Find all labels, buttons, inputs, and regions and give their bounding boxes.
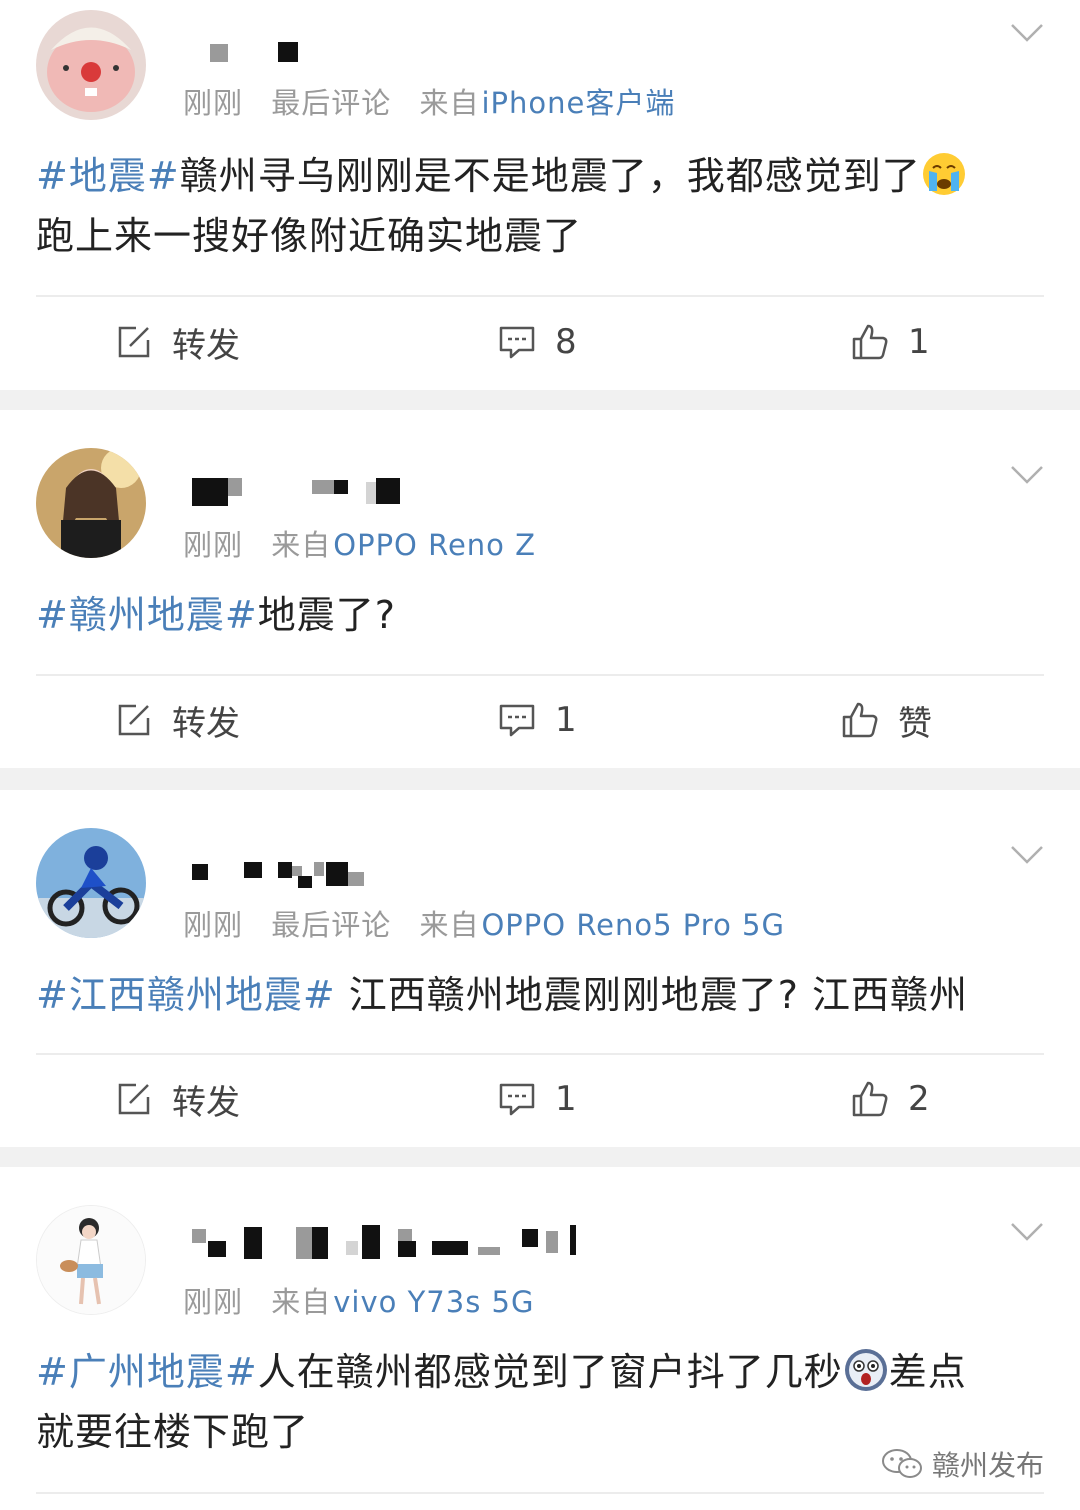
post-meta: 刚刚 来自OPPO Reno Z bbox=[183, 522, 536, 564]
comment-count: 1 bbox=[555, 700, 577, 740]
post-source[interactable]: OPPO Reno Z bbox=[333, 528, 536, 562]
post-meta: 刚刚 最后评论 来自OPPO Reno5 Pro 5G bbox=[183, 902, 785, 944]
repost-button[interactable]: 转发 bbox=[114, 312, 240, 372]
comment-icon bbox=[499, 326, 535, 359]
thumbs-up-icon bbox=[852, 324, 888, 360]
from-label: 来自 bbox=[419, 86, 480, 120]
post-body: 人在赣州都感觉到了窗户抖了几秒 bbox=[257, 1350, 843, 1394]
post-body: 赣州寻乌刚刚是不是地震了，我都感觉到了 bbox=[179, 154, 921, 198]
post-card: 刚刚 最后评论 来自iPhone客户端 #地震#赣州寻乌刚刚是不是地震了，我都感… bbox=[0, 0, 1080, 390]
like-count: 2 bbox=[908, 1079, 930, 1119]
from-label: 来自 bbox=[271, 528, 332, 562]
post-time: 刚刚 bbox=[183, 908, 244, 942]
repost-icon bbox=[118, 1083, 150, 1115]
post-meta: 刚刚 最后评论 来自iPhone客户端 bbox=[183, 80, 675, 122]
repost-icon bbox=[118, 326, 150, 358]
repost-button[interactable]: 转发 bbox=[114, 690, 240, 750]
post-card: 刚刚 最后评论 来自OPPO Reno5 Pro 5G #江西赣州地震# 江西赣… bbox=[0, 790, 1080, 1147]
from-label: 来自 bbox=[419, 908, 480, 942]
hashtag-link[interactable]: #地震# bbox=[36, 154, 180, 198]
post-text: #赣州地震#地震了? bbox=[36, 585, 1046, 645]
comment-button[interactable]: 1 bbox=[497, 1069, 577, 1129]
divider bbox=[36, 295, 1044, 297]
watermark-text: 赣州发布 bbox=[931, 1449, 1044, 1482]
post-text: #地震#赣州寻乌刚刚是不是地震了，我都感觉到了 跑上来一搜好像附近确实地震了 bbox=[36, 146, 1046, 266]
card-separator bbox=[0, 768, 1080, 790]
wechat-icon bbox=[881, 1449, 922, 1478]
repost-label: 转发 bbox=[172, 325, 240, 366]
chevron-down-icon[interactable] bbox=[1010, 1221, 1044, 1243]
username-redacted[interactable] bbox=[186, 1223, 606, 1263]
comment-button[interactable]: 8 bbox=[497, 312, 577, 372]
divider bbox=[36, 1492, 1044, 1494]
username-redacted[interactable] bbox=[186, 850, 606, 890]
username-redacted[interactable] bbox=[186, 30, 606, 70]
username-redacted[interactable] bbox=[186, 470, 606, 510]
comment-count: 1 bbox=[555, 1079, 577, 1119]
divider bbox=[36, 1053, 1044, 1055]
last-comment-label: 最后评论 bbox=[271, 908, 392, 942]
comment-count: 8 bbox=[555, 322, 577, 362]
post-source[interactable]: iPhone客户端 bbox=[481, 86, 675, 120]
repost-label: 转发 bbox=[172, 703, 240, 744]
post-card: 刚刚 来自OPPO Reno Z #赣州地震#地震了? 转发 1 赞 bbox=[0, 410, 1080, 768]
like-button[interactable]: 1 bbox=[850, 312, 930, 372]
post-body: 地震了? bbox=[257, 593, 396, 637]
like-count: 1 bbox=[908, 322, 930, 362]
post-body-line2: 跑上来一搜好像附近确实地震了 bbox=[36, 214, 583, 258]
post-time: 刚刚 bbox=[183, 528, 244, 562]
thumbs-up-icon bbox=[852, 1081, 888, 1117]
post-meta: 刚刚 来自vivo Y73s 5G bbox=[183, 1279, 534, 1321]
crying-face-icon bbox=[922, 153, 965, 195]
hashtag-link[interactable]: #赣州地震# bbox=[36, 593, 258, 637]
repost-button[interactable]: 转发 bbox=[114, 1069, 240, 1129]
post-body-tail: 差点 bbox=[888, 1350, 967, 1394]
chevron-down-icon[interactable] bbox=[1010, 22, 1044, 44]
user-avatar[interactable] bbox=[36, 10, 146, 120]
like-button[interactable]: 2 bbox=[850, 1069, 930, 1129]
post-source[interactable]: vivo Y73s 5G bbox=[333, 1285, 534, 1319]
post-time: 刚刚 bbox=[183, 1285, 244, 1319]
shocked-face-icon bbox=[844, 1349, 887, 1391]
post-source[interactable]: OPPO Reno5 Pro 5G bbox=[481, 908, 784, 942]
chevron-down-icon[interactable] bbox=[1010, 844, 1044, 866]
hashtag-link[interactable]: #江西赣州地震# bbox=[36, 973, 336, 1017]
user-avatar[interactable] bbox=[36, 448, 146, 558]
last-comment-label: 最后评论 bbox=[271, 86, 392, 120]
like-label: 赞 bbox=[898, 703, 932, 744]
post-body: 江西赣州地震刚刚地震了? 江西赣州 bbox=[335, 973, 969, 1017]
action-bar: 转发 8 1 bbox=[0, 312, 1080, 372]
divider bbox=[36, 674, 1044, 676]
repost-label: 转发 bbox=[172, 1082, 240, 1123]
user-avatar[interactable] bbox=[36, 828, 146, 938]
repost-icon bbox=[118, 704, 150, 736]
hashtag-link[interactable]: #广州地震# bbox=[36, 1350, 258, 1394]
user-avatar[interactable] bbox=[36, 1205, 146, 1315]
chevron-down-icon[interactable] bbox=[1010, 464, 1044, 486]
card-separator bbox=[0, 1147, 1080, 1167]
action-bar: 转发 1 赞 bbox=[0, 690, 1080, 750]
comment-button[interactable]: 1 bbox=[497, 690, 577, 750]
wechat-watermark: 赣州发布 bbox=[880, 1444, 1044, 1484]
from-label: 来自 bbox=[271, 1285, 332, 1319]
thumbs-up-icon bbox=[842, 702, 878, 738]
post-time: 刚刚 bbox=[183, 86, 244, 120]
post-body-line2: 就要往楼下跑了 bbox=[36, 1410, 310, 1454]
card-separator bbox=[0, 390, 1080, 410]
like-button[interactable]: 赞 bbox=[840, 690, 932, 750]
action-bar: 转发 1 2 bbox=[0, 1069, 1080, 1129]
post-text: #江西赣州地震# 江西赣州地震刚刚地震了? 江西赣州 bbox=[36, 965, 1046, 1025]
comment-icon bbox=[499, 1083, 535, 1116]
comment-icon bbox=[499, 704, 535, 737]
